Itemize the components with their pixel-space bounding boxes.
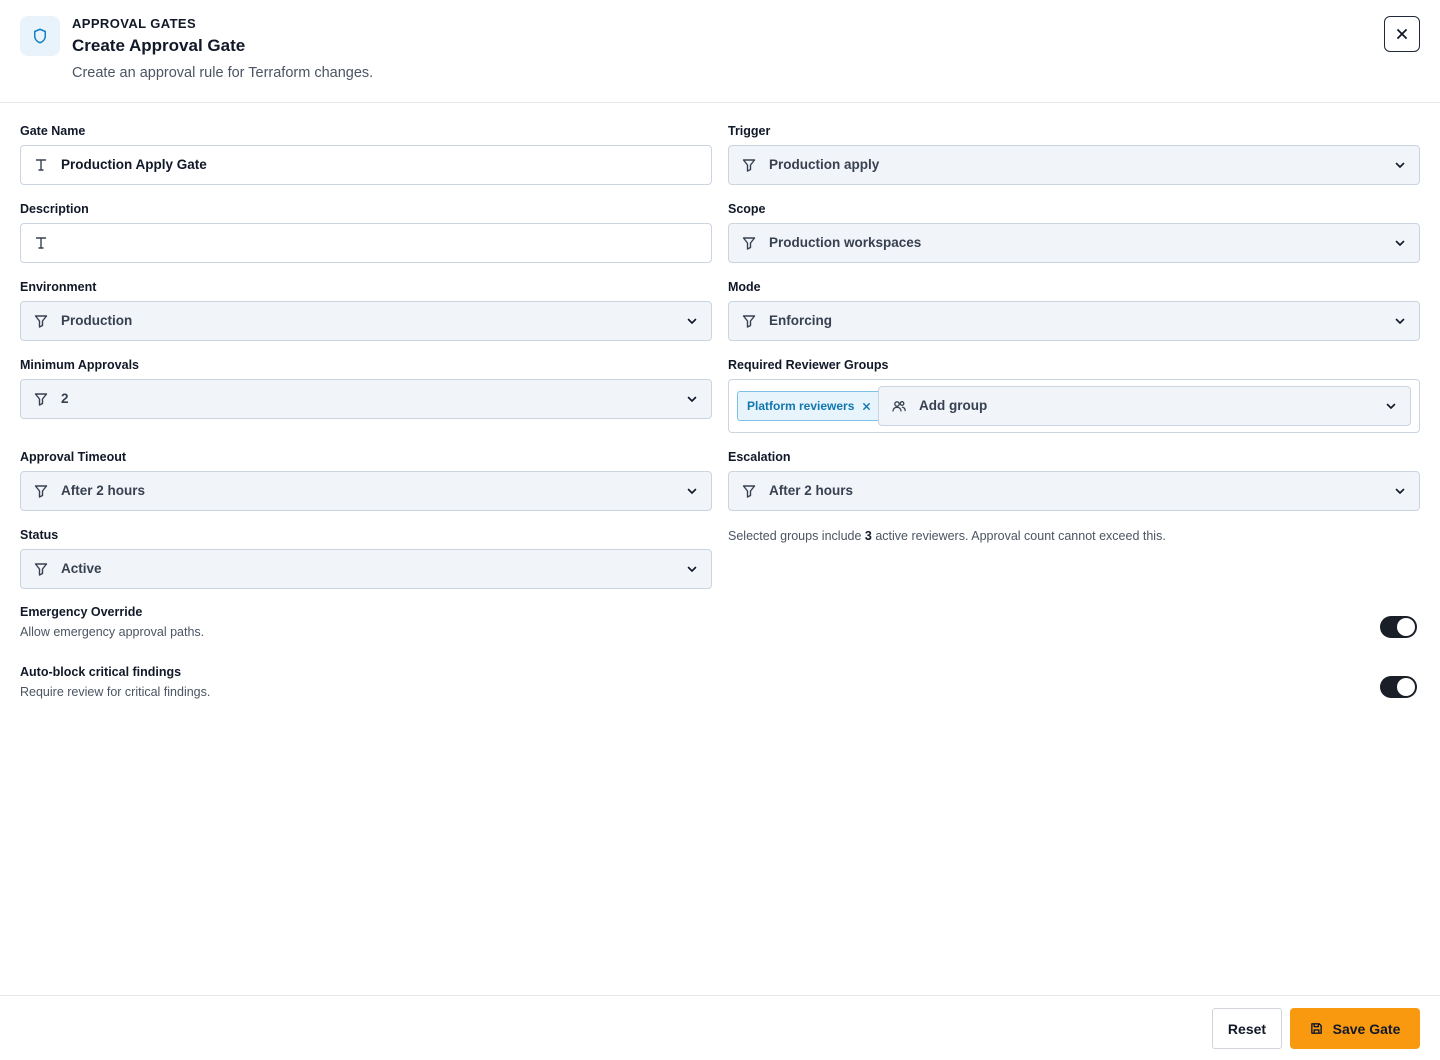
minimum-approvals-select[interactable]: 2 <box>20 379 712 419</box>
scope-select[interactable]: Production workspaces <box>728 223 1420 263</box>
description-input[interactable] <box>20 223 712 263</box>
filter-icon <box>34 485 48 498</box>
chip-label: Platform reviewers <box>747 399 855 413</box>
chevron-down-icon <box>1395 488 1405 494</box>
reset-button[interactable]: Reset <box>1212 1008 1282 1049</box>
filter-icon <box>742 237 756 250</box>
auto-block-title: Auto-block critical findings <box>20 665 182 679</box>
gate-name-input[interactable]: Production Apply Gate <box>20 145 712 185</box>
page-subtitle: Create an approval rule for Terraform ch… <box>72 65 374 81</box>
minimum-approvals-label: Minimum Approvals <box>20 358 139 372</box>
mode-value: Enforcing <box>769 313 832 328</box>
environment-select[interactable]: Production <box>20 301 712 341</box>
approval-timeout-label: Approval Timeout <box>20 450 127 464</box>
mode-label: Mode <box>728 280 761 294</box>
reviewer-count: 3 <box>864 529 872 543</box>
emergency-override-description: Allow emergency approval paths. <box>20 625 205 639</box>
status-value: Active <box>61 561 102 576</box>
gate-name-value: Production Apply Gate <box>61 157 207 172</box>
filter-icon <box>742 315 756 328</box>
helper-prefix: Selected groups include <box>728 529 862 543</box>
shield-icon <box>20 16 60 56</box>
filter-icon <box>34 315 48 328</box>
reviewer-groups-field: Platform reviewers Add group <box>728 379 1420 433</box>
reviewer-groups-label: Required Reviewer Groups <box>728 358 889 372</box>
filter-icon <box>742 159 756 172</box>
text-icon <box>35 237 47 249</box>
description-label: Description <box>20 202 89 216</box>
escalation-label: Escalation <box>728 450 791 464</box>
filter-icon <box>34 563 48 576</box>
gate-name-label: Gate Name <box>20 124 86 138</box>
environment-value: Production <box>61 313 133 328</box>
eyebrow-label: APPROVAL GATES <box>72 16 197 31</box>
close-icon <box>1397 29 1407 39</box>
minimum-approvals-value: 2 <box>61 391 69 406</box>
page-title: Create Approval Gate <box>72 36 246 55</box>
save-gate-button[interactable]: Save Gate <box>1290 1008 1420 1049</box>
scope-value: Production workspaces <box>769 235 922 250</box>
add-group-label: Add group <box>919 398 988 413</box>
approval-timeout-value: After 2 hours <box>61 483 146 498</box>
auto-block-description: Require review for critical findings. <box>20 685 211 699</box>
filter-icon <box>742 485 756 498</box>
chevron-down-icon <box>1395 240 1405 246</box>
chevron-down-icon <box>687 566 697 572</box>
auto-block-toggle[interactable] <box>1380 676 1417 698</box>
escalation-value: After 2 hours <box>769 483 854 498</box>
users-icon <box>892 401 906 412</box>
save-gate-label: Save Gate <box>1332 1020 1401 1037</box>
trigger-label: Trigger <box>728 124 771 138</box>
scope-label: Scope <box>728 202 766 216</box>
status-select[interactable]: Active <box>20 549 712 589</box>
chevron-down-icon <box>687 488 697 494</box>
chevron-down-icon <box>1395 162 1405 168</box>
emergency-override-toggle[interactable] <box>1380 616 1417 638</box>
toggle-knob <box>1397 678 1415 696</box>
save-icon <box>1310 1023 1322 1034</box>
chevron-down-icon <box>687 396 697 402</box>
filter-icon <box>34 393 48 406</box>
environment-label: Environment <box>20 280 97 294</box>
trigger-value: Production apply <box>769 157 880 172</box>
add-group-select[interactable]: Add group <box>878 386 1411 426</box>
trigger-select[interactable]: Production apply <box>728 145 1420 185</box>
emergency-override-title: Emergency Override <box>20 605 143 619</box>
approval-timeout-select[interactable]: After 2 hours <box>20 471 712 511</box>
dialog-header: APPROVAL GATES Create Approval Gate Crea… <box>0 0 1440 103</box>
chevron-down-icon <box>687 318 697 324</box>
remove-chip-icon[interactable] <box>862 402 871 411</box>
close-button[interactable] <box>1384 16 1420 52</box>
status-label: Status <box>20 528 59 542</box>
reviewer-group-chip: Platform reviewers <box>737 391 883 421</box>
helper-suffix: active reviewers. Approval count cannot … <box>875 529 1166 543</box>
text-icon <box>35 159 47 171</box>
mode-select[interactable]: Enforcing <box>728 301 1420 341</box>
escalation-select[interactable]: After 2 hours <box>728 471 1420 511</box>
reviewer-count-helper: Selected groups include 3 active reviewe… <box>728 529 1166 543</box>
toggle-knob <box>1397 618 1415 636</box>
chevron-down-icon <box>1386 403 1396 409</box>
chevron-down-icon <box>1395 318 1405 324</box>
